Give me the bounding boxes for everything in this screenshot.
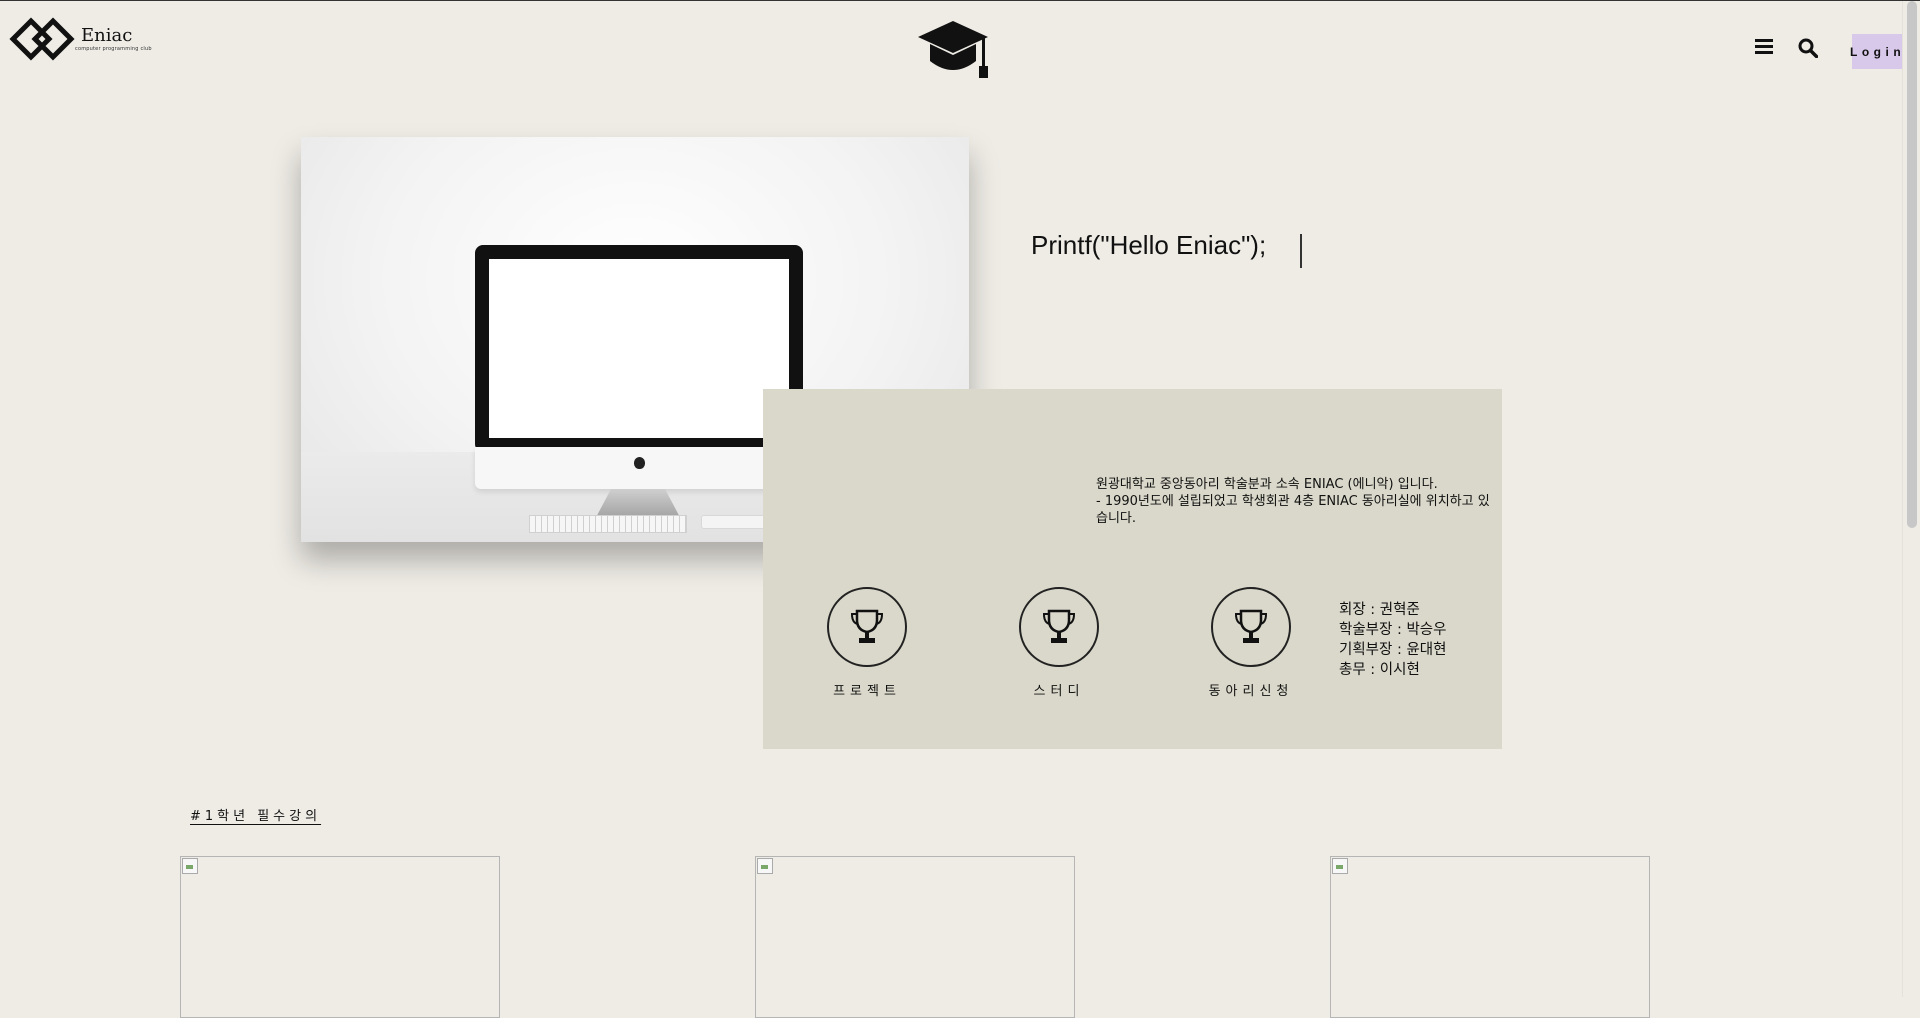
hamburger-icon	[1755, 39, 1773, 54]
feature-project[interactable]: 프로젝트	[812, 587, 922, 699]
site-logo[interactable]: Eniac computer programming club	[9, 17, 152, 61]
scrollbar-thumb[interactable]	[1907, 1, 1917, 528]
search-icon	[1798, 38, 1819, 59]
club-info-panel: 원광대학교 중앙동아리 학술분과 소속 ENIAC (에니악) 입니다. - 1…	[763, 389, 1502, 749]
section-title-courses[interactable]: #1학년 필수강의	[190, 805, 321, 824]
trophy-icon	[850, 609, 884, 643]
feature-label: 스터디	[1033, 684, 1085, 699]
menu-button[interactable]	[1755, 38, 1773, 57]
page-scrollbar[interactable]	[1902, 1, 1920, 997]
broken-image-icon	[182, 858, 198, 874]
feature-label: 프로젝트	[833, 684, 901, 699]
intro-line: 원광대학교 중앙동아리 학술분과 소속 ENIAC (에니악) 입니다.	[1096, 477, 1438, 492]
course-card[interactable]	[755, 856, 1075, 1018]
search-button[interactable]	[1798, 38, 1819, 61]
eniac-logo-icon	[9, 17, 75, 61]
club-intro: 원광대학교 중앙동아리 학술분과 소속 ENIAC (에니악) 입니다. - 1…	[1096, 476, 1501, 527]
logo-name: Eniac	[81, 25, 133, 46]
feature-study[interactable]: 스터디	[1004, 587, 1114, 699]
officer-list: 회장 : 권혁준 학술부장 : 박승우 기획부장 : 윤대현 총무 : 이시현	[1339, 600, 1446, 680]
trophy-icon	[1234, 609, 1268, 643]
broken-image-icon	[1332, 858, 1348, 874]
officer-item: 학술부장 : 박승우	[1339, 622, 1447, 638]
course-card[interactable]	[1330, 856, 1650, 1018]
login-button[interactable]: Login	[1844, 34, 1905, 69]
broken-image-icon	[757, 858, 773, 874]
officer-item: 회장 : 권혁준	[1339, 602, 1420, 618]
trophy-icon	[1042, 609, 1076, 643]
course-card[interactable]	[180, 856, 500, 1018]
officer-item: 총무 : 이시현	[1339, 662, 1420, 678]
intro-line: - 1990년도에 설립되었고 학생회관 4층 ENIAC 동아리실에 위치하고…	[1096, 494, 1490, 526]
feature-label: 동아리신청	[1208, 684, 1294, 699]
logo-tagline: computer programming club	[75, 46, 152, 52]
feature-join[interactable]: 동아리신청	[1196, 587, 1306, 699]
apple-logo-icon	[634, 457, 645, 469]
graduation-cap-icon	[916, 19, 990, 85]
typing-cursor	[1300, 234, 1302, 268]
typing-headline: Printf("Hello Eniac");	[1031, 230, 1267, 260]
officer-item: 기획부장 : 윤대현	[1339, 642, 1447, 658]
